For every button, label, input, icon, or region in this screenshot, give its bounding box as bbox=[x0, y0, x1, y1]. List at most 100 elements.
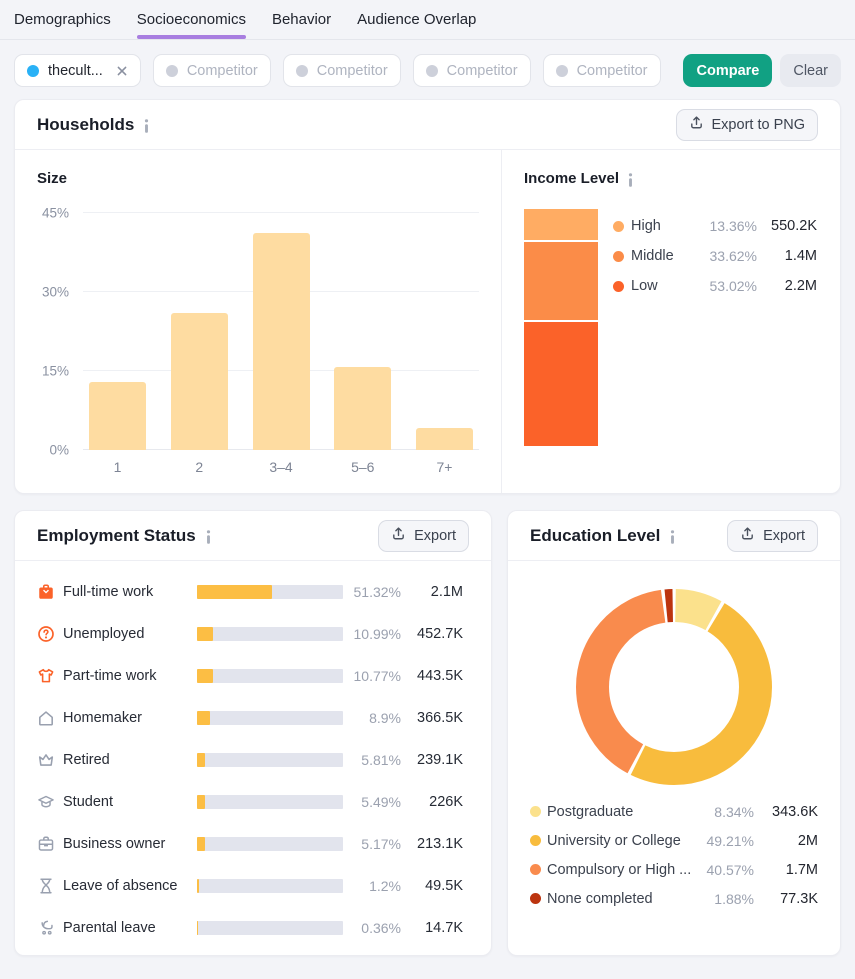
socioeconomics-page: Demographics Socioeconomics Behavior Audien… bbox=[0, 0, 855, 979]
tab-socioeconomics[interactable]: Socioeconomics bbox=[137, 11, 246, 39]
employment-percent: 5.49% bbox=[343, 794, 401, 810]
employment-row-parental-leave: Parental leave0.36%14.7K bbox=[37, 907, 469, 949]
employment-export-label: Export bbox=[414, 528, 456, 544]
employment-percent: 51.32% bbox=[343, 584, 401, 600]
competitor-chip[interactable]: Competitor bbox=[413, 54, 531, 87]
legend-value: 2M bbox=[754, 833, 818, 849]
graduation-cap-icon bbox=[37, 793, 63, 811]
legend-value: 1.4M bbox=[757, 248, 817, 264]
households-card: Households Export to PNG Size 45%30%15%0… bbox=[14, 99, 841, 494]
legend-value: 2.2M bbox=[757, 278, 817, 294]
tab-audience-overlap[interactable]: Audience Overlap bbox=[357, 11, 476, 39]
info-icon[interactable] bbox=[669, 530, 676, 544]
competitor-dot-icon bbox=[426, 65, 438, 77]
employment-row-leave-of-absence: Leave of absence1.2%49.5K bbox=[37, 865, 469, 907]
y-axis-ticks: 45%30%15%0% bbox=[37, 213, 83, 450]
size-bar-2[interactable] bbox=[171, 313, 228, 450]
tab-demographics[interactable]: Demographics bbox=[14, 11, 111, 39]
competitor-chip-label: Competitor bbox=[317, 63, 388, 79]
legend-dot-icon bbox=[613, 251, 624, 262]
education-donut-svg bbox=[572, 585, 776, 789]
size-chart-title: Size bbox=[37, 170, 67, 187]
close-icon[interactable] bbox=[116, 65, 128, 77]
employment-value: 239.1K bbox=[401, 752, 463, 768]
size-bars bbox=[83, 213, 479, 450]
income-segment-low[interactable] bbox=[524, 322, 598, 446]
y-tick-label: 0% bbox=[49, 443, 69, 458]
x-tick-label: 5–6 bbox=[334, 459, 391, 475]
employment-bar[interactable] bbox=[197, 585, 343, 599]
clear-button[interactable]: Clear bbox=[780, 54, 841, 87]
employment-row-retired: Retired5.81%239.1K bbox=[37, 739, 469, 781]
upload-icon bbox=[391, 526, 406, 545]
legend-value: 550.2K bbox=[757, 218, 817, 234]
legend-dot-icon bbox=[613, 281, 624, 292]
education-legend-row: Postgraduate8.34%343.6K bbox=[530, 797, 818, 826]
export-to-png-button[interactable]: Export to PNG bbox=[676, 109, 818, 141]
legend-label: Postgraduate bbox=[547, 804, 698, 820]
info-icon[interactable] bbox=[627, 173, 634, 187]
employment-value: 443.5K bbox=[401, 668, 463, 684]
employment-bar-fill bbox=[197, 669, 213, 683]
tab-behavior[interactable]: Behavior bbox=[272, 11, 331, 39]
legend-percent: 53.02% bbox=[697, 278, 757, 294]
employment-bar[interactable] bbox=[197, 753, 343, 767]
competitor-chip[interactable]: Competitor bbox=[543, 54, 661, 87]
size-bar-3-4[interactable] bbox=[253, 233, 310, 450]
size-bar-1[interactable] bbox=[89, 382, 146, 450]
size-bar-7[interactable] bbox=[416, 428, 473, 450]
competitor-chip[interactable]: Competitor bbox=[153, 54, 271, 87]
employment-bar[interactable] bbox=[197, 837, 343, 851]
employment-bar[interactable] bbox=[197, 711, 343, 725]
briefcase-filled-icon bbox=[37, 583, 63, 601]
compare-button[interactable]: Compare bbox=[683, 54, 772, 87]
income-level-section: Income Level High13.36%550.2KMiddle33.62… bbox=[502, 150, 840, 493]
employment-row-unemployed: Unemployed10.99%452.7K bbox=[37, 613, 469, 655]
employment-status-card: Employment Status Export Full-time work5… bbox=[14, 510, 492, 956]
size-plot-area bbox=[83, 213, 479, 450]
y-tick-label: 45% bbox=[42, 206, 69, 221]
crown-icon bbox=[37, 751, 63, 769]
education-legend-row: Compulsory or High ...40.57%1.7M bbox=[530, 855, 818, 884]
briefcase-outline-icon bbox=[37, 835, 63, 853]
employment-value: 14.7K bbox=[401, 920, 463, 936]
upload-icon bbox=[740, 526, 755, 545]
education-level-card: Education Level Export Postgraduate8.34%… bbox=[507, 510, 841, 956]
competitor-chip[interactable]: Competitor bbox=[283, 54, 401, 87]
x-axis-labels: 123–45–67+ bbox=[83, 459, 479, 475]
employment-value: 452.7K bbox=[401, 626, 463, 642]
size-bar-5-6[interactable] bbox=[334, 367, 391, 450]
income-segment-middle[interactable] bbox=[524, 242, 598, 320]
y-tick-label: 30% bbox=[42, 284, 69, 299]
export-to-png-label: Export to PNG bbox=[712, 117, 805, 133]
main-domain-chip[interactable]: thecult... bbox=[14, 54, 141, 87]
education-legend-row: None completed1.88%77.3K bbox=[530, 884, 818, 913]
employment-percent: 10.77% bbox=[343, 668, 401, 684]
employment-value: 2.1M bbox=[401, 584, 463, 600]
income-level-title: Income Level bbox=[524, 170, 619, 187]
hourglass-icon bbox=[37, 877, 63, 895]
employment-label: Full-time work bbox=[63, 584, 197, 600]
legend-label: High bbox=[631, 218, 697, 234]
employment-bar[interactable] bbox=[197, 795, 343, 809]
employment-bar-fill bbox=[197, 879, 199, 893]
question-circle-icon bbox=[37, 625, 63, 643]
income-legend-row: Low53.02%2.2M bbox=[613, 271, 818, 301]
x-tick-label: 3–4 bbox=[253, 459, 310, 475]
employment-bar[interactable] bbox=[197, 669, 343, 683]
employment-label: Leave of absence bbox=[63, 878, 197, 894]
legend-value: 1.7M bbox=[754, 862, 818, 878]
employment-bar[interactable] bbox=[197, 921, 343, 935]
legend-dot-icon bbox=[613, 221, 624, 232]
home-icon bbox=[37, 709, 63, 727]
employment-bar[interactable] bbox=[197, 627, 343, 641]
income-segment-high[interactable] bbox=[524, 209, 598, 240]
info-icon[interactable] bbox=[143, 119, 150, 133]
employment-value: 366.5K bbox=[401, 710, 463, 726]
education-export-button[interactable]: Export bbox=[727, 520, 818, 552]
competitor-chip-label: Competitor bbox=[447, 63, 518, 79]
legend-percent: 40.57% bbox=[698, 862, 754, 878]
employment-export-button[interactable]: Export bbox=[378, 520, 469, 552]
info-icon[interactable] bbox=[205, 530, 212, 544]
employment-bar[interactable] bbox=[197, 879, 343, 893]
